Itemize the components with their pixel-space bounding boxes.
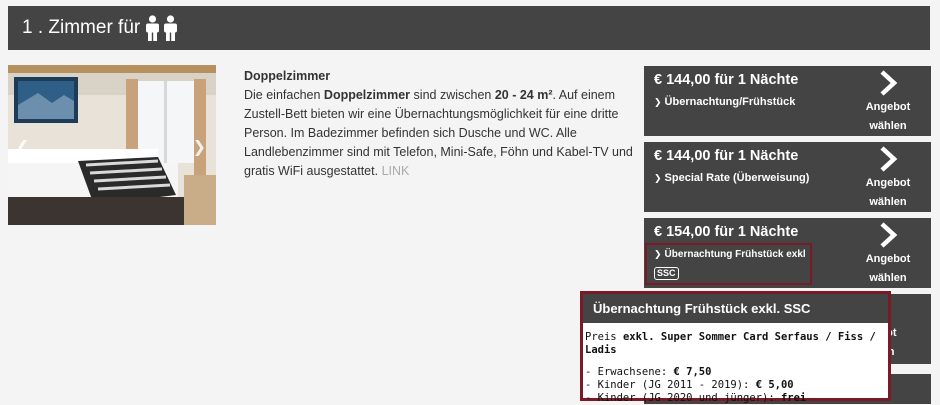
- select-offer-label: Angebot: [865, 253, 911, 265]
- room-description: Doppelzimmer Die einfachen Doppelzimmer …: [244, 67, 644, 181]
- offer-card[interactable]: € 144,00 für 1 Nächte ❯ Übernachtung/Früh…: [644, 66, 931, 136]
- room-name: Doppelzimmer: [244, 69, 331, 83]
- offer-rate-label: Special Rate (Überweisung): [664, 172, 810, 184]
- room-header-title: 1 . Zimmer für: [22, 17, 141, 38]
- select-offer-label: wählen: [869, 272, 907, 284]
- rate-highlight: [645, 243, 812, 285]
- chevron-right-icon: [880, 146, 898, 172]
- person-icon: [146, 15, 160, 41]
- offer-rate[interactable]: ❯ Special Rate (Überweisung): [654, 172, 809, 184]
- room-photo[interactable]: ❮ ❯: [8, 65, 216, 225]
- caret-right-icon: ❯: [654, 173, 662, 183]
- popup-body: Preis exkl. Super Sommer Card Serfaus / …: [583, 323, 888, 405]
- chevron-left-icon[interactable]: ❮: [16, 137, 29, 157]
- chevron-right-icon[interactable]: ❯: [193, 137, 206, 157]
- chevron-right-icon: [880, 222, 898, 248]
- offer-price: € 144,00 für 1 Nächte: [654, 72, 799, 88]
- select-offer-label: wählen: [869, 196, 907, 208]
- room-desc-bold: Doppelzimmer: [323, 88, 411, 102]
- select-offer-button[interactable]: Angebot wählen: [845, 70, 931, 136]
- popup-title: Übernachtung Frühstück exkl. SSC: [583, 294, 888, 323]
- select-offer-button[interactable]: Angebot wählen: [845, 146, 931, 212]
- select-offer-label: Angebot: [865, 177, 911, 189]
- room-size: 20 - 24 m²: [494, 88, 553, 102]
- rate-info-popup: Übernachtung Frühstück exkl. SSC Preis e…: [580, 291, 891, 404]
- offer-card[interactable]: € 144,00 für 1 Nächte ❯ Special Rate (Übe…: [644, 142, 931, 212]
- select-offer-label: wählen: [869, 120, 907, 132]
- popup-line: - Kinder (JG 2020 und jünger): frei: [585, 392, 886, 405]
- popup-price-prefix: Preis: [585, 331, 623, 343]
- guest-icons: [144, 15, 180, 41]
- popup-line-label: - Kinder (JG 2020 und jünger):: [585, 392, 781, 404]
- offer-price: € 154,00 für 1 Nächte: [654, 224, 799, 240]
- offer-rate[interactable]: ❯ Übernachtung/Frühstück: [654, 96, 795, 108]
- room-desc-text: Die einfachen: [244, 88, 324, 102]
- room-header: 1 . Zimmer für: [8, 6, 930, 50]
- offer-price: € 144,00 für 1 Nächte: [654, 148, 799, 164]
- popup-line-value: € 5,00: [755, 379, 794, 391]
- room-link[interactable]: LINK: [382, 164, 410, 178]
- person-icon: [164, 15, 178, 41]
- popup-line-label: - Erwachsene:: [585, 366, 674, 378]
- popup-line-value: frei: [780, 392, 807, 404]
- select-offer-button[interactable]: Angebot wählen: [845, 222, 931, 288]
- popup-price-text: exkl. Super Sommer Card Serfaus / Fiss /…: [585, 331, 876, 356]
- caret-right-icon: ❯: [654, 97, 662, 107]
- chevron-right-icon: [880, 70, 898, 96]
- popup-line-value: € 7,50: [673, 366, 712, 378]
- popup-price-line: Preis exkl. Super Sommer Card Serfaus / …: [585, 331, 886, 357]
- popup-line: - Erwachsene: € 7,50: [585, 366, 886, 379]
- popup-line-label: - Kinder (JG 2011 - 2019):: [585, 379, 756, 391]
- select-offer-label: Angebot: [865, 101, 911, 113]
- room-photo-image: [8, 65, 216, 225]
- popup-line: - Kinder (JG 2011 - 2019): € 5,00: [585, 379, 886, 392]
- room-desc-text: sind zwischen: [410, 88, 495, 102]
- offer-rate-label: Übernachtung/Frühstück: [664, 96, 796, 108]
